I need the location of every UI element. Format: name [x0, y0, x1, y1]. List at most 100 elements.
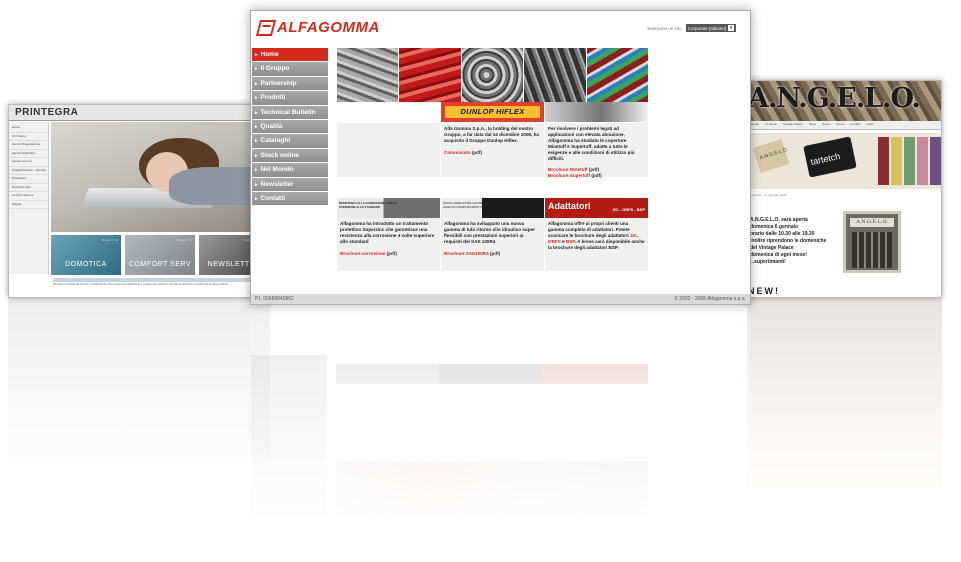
- news-cell-empty: [337, 123, 440, 177]
- printegra-sidebar: Home Chi Siamo Servizi Progettazione Ser…: [9, 122, 49, 274]
- link-label: Brochure SAE100R4: [444, 251, 489, 256]
- printegra-footer: Printegra è un'azienda giovane e dinamic…: [51, 277, 269, 297]
- nav-item-home[interactable]: ▸ Home: [252, 48, 328, 63]
- nav-label: Newsletter: [260, 180, 294, 188]
- comunicato-link[interactable]: Comunicato (pdf): [444, 150, 541, 156]
- nav-label: Contatti: [260, 194, 286, 202]
- tile-comfort[interactable]: Scopri il COMFORT SERV: [125, 235, 195, 275]
- printegra-nav-item[interactable]: Organizzazione - Stampa: [9, 167, 48, 175]
- angelo-new-heading: NEW!: [748, 286, 780, 296]
- adattatori-strip[interactable]: Adattatori JIC - ORFS - BSP: [545, 198, 648, 218]
- supertuff-link[interactable]: Brochure Supertuff (pdf): [548, 173, 645, 179]
- banner-stripe: [930, 137, 941, 185]
- printegra-nav-item[interactable]: Chi Siamo: [9, 133, 48, 141]
- angelo-nav-item[interactable]: Vintage Palace: [783, 122, 803, 128]
- nav-label: Technical Bulletin: [260, 108, 316, 116]
- arrow-icon: ▸: [255, 152, 258, 159]
- news-row-bottom: Alfagomma ha introdotto un trattamento p…: [337, 218, 649, 271]
- nav-item-contatti[interactable]: ▸ Contatti: [252, 191, 328, 207]
- arrow-icon: ▸: [255, 95, 258, 102]
- strip-text: NUOVA GAMMA EXTRA FLESSIBILE CON RAGGI D…: [443, 202, 494, 209]
- printegra-nav-item[interactable]: Lavora con noi: [9, 158, 48, 167]
- news-line: domenica di ogni mese!: [750, 252, 807, 258]
- nav-item-gruppo[interactable]: ▸ Il Gruppo: [252, 62, 328, 77]
- dunlop-hiflex-banner[interactable]: DUNLOP HIFLEX: [441, 102, 544, 122]
- angelo-reflection: [747, 298, 942, 488]
- nav-label: Partnership: [260, 79, 297, 87]
- news-row-top: Alfa Gomma S.p.A., la holding del nostro…: [337, 123, 649, 179]
- sae100r4-link[interactable]: Brochure SAE100R4 (pdf): [444, 251, 541, 257]
- news-line: del Vintage Palace: [750, 245, 794, 251]
- news-line: orario dalle 10.30 alle 19.30: [750, 231, 815, 237]
- printegra-nav-item[interactable]: Newsletter: [9, 175, 48, 184]
- printegra-nav-item[interactable]: Comfort Service: [9, 192, 48, 201]
- product-photo-fittings: [337, 48, 399, 102]
- alfagomma-content-grid: DUNLOP HIFLEX Alfa Gomma S.p.A., la hold…: [337, 48, 649, 271]
- news-text: Alfagomma offre ai propri clienti una ga…: [548, 221, 630, 238]
- nav-item-partnership[interactable]: ▸ Partnership: [252, 76, 328, 92]
- site-selector-dropdown[interactable]: Corporate [Italiano] ▾: [685, 24, 736, 32]
- nav-label: Qualità: [260, 122, 283, 130]
- hose-tool-photo: [545, 102, 648, 122]
- product-photo-row: [337, 48, 649, 102]
- angelo-nav-item[interactable]: Home: [751, 122, 759, 128]
- shop-sign: A.N.G.E.L.O.: [850, 218, 894, 227]
- news-line: domenica 6 gennaio: [750, 224, 799, 230]
- banner-stripe: [904, 137, 915, 185]
- nav-item-qualita[interactable]: ▸ Qualità: [252, 119, 328, 135]
- angelo-nav-item[interactable]: Eventi: [822, 122, 830, 128]
- strip-text: RESISTENZA ALLA CORROSIONE 4 VOLTE SUPER…: [339, 201, 397, 209]
- product-photo-hoses-red: [399, 48, 461, 102]
- superzinc-strip[interactable]: RESISTENZA ALLA CORROSIONE 4 VOLTE SUPER…: [337, 198, 440, 218]
- angelo-nav-item[interactable]: Le Storie: [765, 122, 777, 128]
- nav-item-prodotti[interactable]: ▸ Prodotti: [252, 91, 328, 106]
- alfagomma-logo-mark: [255, 19, 277, 36]
- news-cell-adattatori: Alfagomma offre ai propri clienti una ga…: [545, 218, 648, 271]
- tile-sub: Scopri la: [101, 238, 118, 242]
- news-cell-minetuff: Per risolvere i problemi legati ad appli…: [545, 123, 648, 179]
- alfagomma-header: ALFAGOMMA Seleziona un sito: Corporate […: [251, 11, 750, 51]
- angelo-header: A.N.G.E.L.O.: [748, 81, 941, 121]
- sae100r4-strip[interactable]: NUOVA GAMMA EXTRA FLESSIBILE CON RAGGI D…: [441, 198, 544, 218]
- promo-strip-row: RESISTENZA ALLA CORROSIONE 4 VOLTE SUPER…: [337, 198, 649, 218]
- bsp-link[interactable]: BSP: [566, 239, 575, 244]
- printegra-reflection: [8, 298, 270, 458]
- nav-label: Home: [260, 51, 279, 58]
- printegra-nav-item[interactable]: Mappa: [9, 201, 48, 209]
- tile-domotica[interactable]: Scopri la DOMOTICA: [51, 235, 121, 275]
- site-selector: Seleziona un sito: Corporate [Italiano] …: [647, 24, 736, 32]
- angelo-nav-item[interactable]: Links: [867, 122, 874, 128]
- nav-item-cataloghi[interactable]: ▸ Cataloghi: [252, 134, 328, 149]
- printegra-nav-item[interactable]: Home: [9, 124, 48, 133]
- nav-item-stock-online[interactable]: ▸ Stock online: [252, 148, 328, 164]
- nav-label: Stock online: [260, 151, 300, 159]
- alfagomma-logo-text: ALFAGOMMA: [277, 19, 380, 36]
- printegra-nav-item[interactable]: Servizi Progettazione: [9, 141, 48, 150]
- showcase-stage: PRINTEGRA Home Chi Siamo Servizi Progett…: [0, 0, 961, 562]
- shop-door: [852, 232, 892, 268]
- product-photo-couplings: [461, 48, 524, 102]
- footer-copyright: © 2002 - 2008 Alfagomma s.p.a.: [674, 296, 746, 302]
- nav-item-technical-bulletin[interactable]: ▸ Technical Bulletin: [252, 105, 328, 120]
- angelo-nav-item[interactable]: Contatti: [850, 122, 860, 128]
- tile-label: DOMOTICA: [65, 261, 107, 268]
- corrosione-link[interactable]: Brochure corrosione (pdf): [340, 251, 437, 257]
- reflection-nav: [251, 355, 327, 515]
- printegra-nav-item[interactable]: Servizi Applicativi: [9, 150, 48, 158]
- footer-text: Printegra è un'azienda giovane e dinamic…: [53, 283, 229, 286]
- angelo-shopfront-photo: A.N.G.E.L.O.: [843, 211, 901, 273]
- dunlop-hiflex-logo: DUNLOP HIFLEX: [445, 106, 540, 118]
- product-photo-hoses-color: [586, 48, 649, 102]
- banner-empty: [337, 102, 440, 122]
- angelo-logo[interactable]: A.N.G.E.L.O.: [748, 83, 921, 114]
- printegra-nav-item[interactable]: Domotica Soft: [9, 184, 48, 192]
- link-label: Comunicato: [444, 150, 471, 155]
- nav-item-nel-mondo[interactable]: ▸ Nel Mondo: [252, 163, 328, 178]
- adattatori-label: Adattatori: [548, 201, 591, 211]
- angelo-screenshot: A.N.G.E.L.O. Home Le Storie Vintage Pala…: [747, 80, 942, 298]
- nav-item-newsletter[interactable]: ▸ Newsletter: [252, 177, 328, 192]
- news-cell-sae100r4: Alfagomma ha sviluppato una nuova gamma …: [441, 218, 544, 271]
- angelo-nav-item[interactable]: Shop: [809, 122, 816, 128]
- angelo-nav-item[interactable]: Press: [837, 122, 845, 128]
- alfagomma-logo[interactable]: ALFAGOMMA: [255, 19, 380, 36]
